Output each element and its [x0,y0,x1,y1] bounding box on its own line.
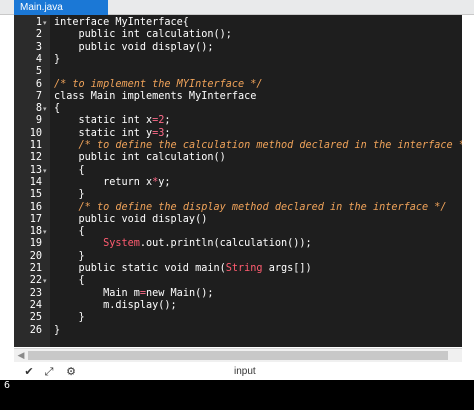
code-text: /* to implement the MYInterface */ [54,78,263,90]
code-line[interactable]: 18 ▾ { [14,226,462,238]
code-text: /* to define the display method declared… [78,201,447,213]
code-text: { [54,275,85,287]
line-number: 18 [29,226,42,238]
line-number: 4 [35,53,42,65]
code-line[interactable]: 16 /* to define the display method decla… [14,202,462,214]
code-text: { [54,226,85,238]
code-line[interactable]: 1 ▾ interface MyInterface{ [14,17,462,29]
scroll-left-arrow-icon[interactable]: ◀ [16,350,26,361]
code-text: class Main implements MyInterface [54,90,257,102]
code-text: public int calculation() [54,152,226,164]
code-text: } [54,53,61,65]
code-text: public void display(); [54,41,214,53]
line-number: 16 [29,201,42,213]
code-text: { [54,103,61,115]
code-text: } [54,250,85,262]
settings-icon[interactable]: ⚙ [64,365,78,379]
output-text: 6 [4,380,11,391]
code-line[interactable]: 2 public int calculation(); [14,29,462,41]
line-number: 3 [35,41,42,53]
code-line[interactable]: 26} [14,325,462,337]
code-text: System.out.println(calculation()); [103,238,312,250]
line-number: 23 [29,287,42,299]
line-number: 14 [29,176,42,188]
line-number: 2 [35,29,42,41]
code-text: Main m=new Main(); [54,287,214,299]
code-line[interactable]: 4} [14,54,462,66]
code-editor[interactable]: 1 ▾ interface MyInterface{2 public int cal… [14,15,462,347]
fold-toggle-icon[interactable]: ▾ [43,103,49,115]
code-line[interactable]: 5 [14,66,462,78]
code-line[interactable]: 3 public void display(); [14,42,462,54]
line-number: 8 [35,103,42,115]
tab-bar: Main.java [0,0,474,15]
fold-toggle-icon[interactable]: ▾ [43,226,49,238]
code-line[interactable]: 20 } [14,251,462,263]
code-text: return x*y; [54,176,171,188]
code-text: } [54,312,85,324]
line-number: 25 [29,312,42,324]
line-number: 6 [35,78,42,90]
code-text: m.display(); [54,299,177,311]
code-line[interactable]: 15 } [14,189,462,201]
code-line[interactable]: 21 public static void main(String args[]… [14,263,462,275]
code-line[interactable]: 7 class Main implements MyInterface [14,91,462,103]
fold-toggle-icon[interactable]: ▾ [43,17,49,29]
code-line[interactable]: 13 ▾ { [14,165,462,177]
line-number: 1 [35,17,42,28]
chevron-down-icon[interactable]: ✔ [22,365,36,379]
line-number: 21 [29,263,42,274]
code-line[interactable]: 25 } [14,312,462,324]
line-number: 24 [29,299,42,311]
code-text: interface MyInterface{ [54,17,189,28]
code-line[interactable]: 11 /* to define the calculation method d… [14,140,462,152]
code-text: } [54,324,61,336]
code-line[interactable]: 8 ▾ { [14,103,462,115]
line-number: 13 [29,164,42,176]
code-line[interactable]: 22 ▾ { [14,275,462,287]
line-number: 20 [29,250,42,262]
code-line[interactable]: 14 return x*y; [14,177,462,189]
code-text: public void display() [54,213,208,225]
fold-toggle-icon[interactable]: ▾ [43,275,49,287]
code-text: } [54,189,85,201]
code-line[interactable]: 12 public int calculation() [14,152,462,164]
code-line[interactable]: 10 static int y=3; [14,128,462,140]
code-line[interactable]: 17 public void display() [14,214,462,226]
code-line[interactable]: 19 System.out.println(calculation()); [14,238,462,250]
code-line[interactable]: 23 Main m=new Main(); [14,288,462,300]
code-line[interactable]: 24 m.display(); [14,300,462,312]
line-number: 12 [29,152,42,164]
line-number: 19 [29,238,42,250]
code-text: static int y=3; [54,127,171,139]
code-text: { [54,164,85,176]
code-line[interactable]: 6 /* to implement the MYInterface */ [14,79,462,91]
line-number: 10 [29,127,42,139]
line-number: 9 [35,115,42,127]
tab-title: Main.java [20,2,63,13]
code-text: /* to define the calculation method decl… [78,140,462,151]
expand-icon[interactable]: ⤢ [42,365,56,379]
scroll-thumb[interactable] [28,351,448,360]
line-number: 7 [35,90,42,102]
line-number: 22 [29,275,42,287]
code-text: static int x=2; [54,115,171,127]
tab-main-java[interactable]: Main.java [14,0,108,15]
line-number: 26 [29,324,42,336]
output-panel: 6 [0,380,474,410]
line-number: 5 [35,66,42,78]
code-line[interactable]: 9 static int x=2; [14,115,462,127]
code-text: public static void main(String args[]) [54,263,312,274]
line-number: 17 [29,213,42,225]
input-label: input [234,366,256,377]
code-text: public int calculation(); [54,29,232,41]
fold-toggle-icon[interactable]: ▾ [43,165,49,177]
line-number: 11 [29,140,42,151]
io-toolbar: ✔ ⤢ ⚙ input [14,364,462,380]
line-number: 15 [29,189,42,201]
horizontal-scrollbar[interactable]: ◀ [14,348,462,362]
